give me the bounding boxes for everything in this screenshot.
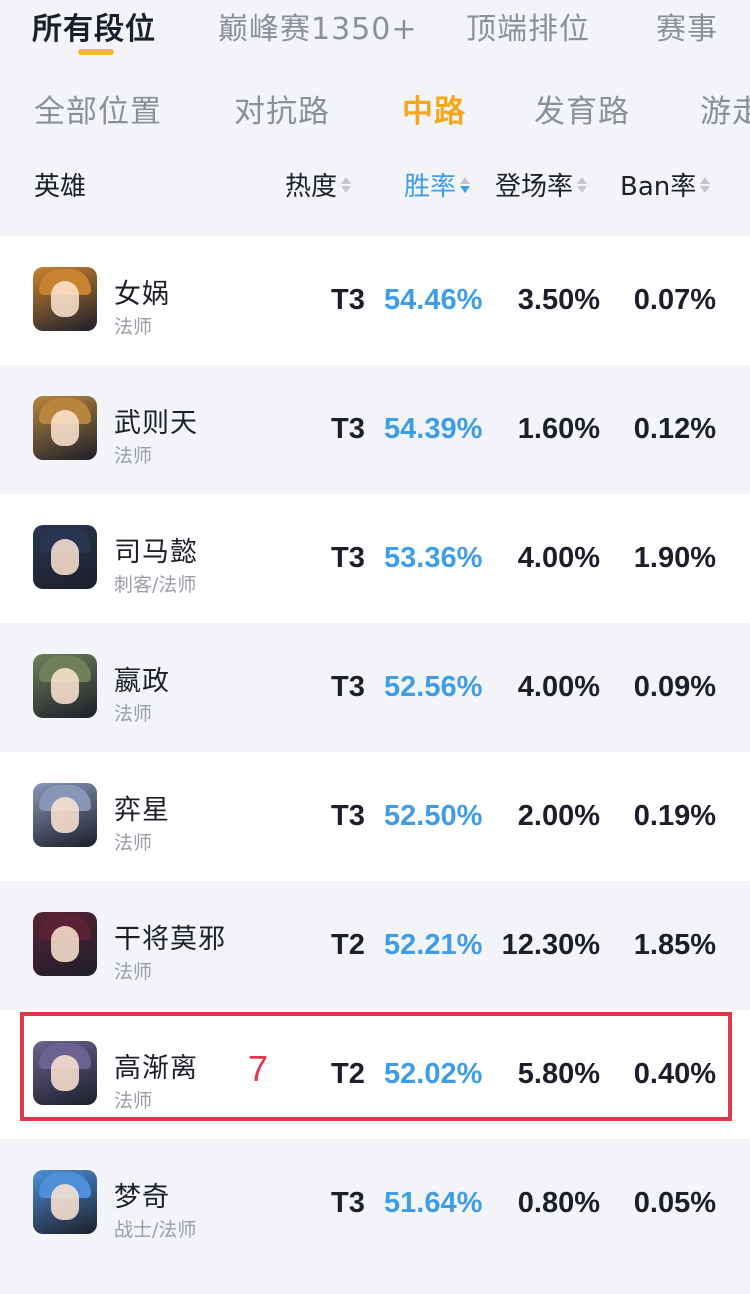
hero-tier: T3 [331,800,365,832]
col-hero-label: 英雄 [34,172,87,202]
hero-name: 嬴政 [114,666,170,697]
hero-role: 战士/法师 [114,1219,197,1241]
hero-avatar [33,267,97,331]
rank-tier-tabs: 所有段位 巅峰赛1350+ 顶端排位 赛事 [0,0,750,62]
table-header: 英雄 热度 胜率 登场率 Ban率 [0,160,750,208]
hero-tier: T2 [331,929,365,961]
hero-ban-rate: 0.05% [633,1187,716,1219]
hero-ban-rate: 0.19% [633,800,716,832]
hero-pick-rate: 3.50% [517,284,600,316]
hero-role: 法师 [114,1090,153,1112]
hero-avatar [33,783,97,847]
hero-win-rate: 51.64% [384,1187,483,1219]
annotation-number: 7 [248,1048,269,1089]
col-pick-label: 登场率 [495,172,574,202]
hero-pick-rate: 4.00% [517,542,600,574]
hero-ban-rate: 0.09% [633,671,716,703]
hero-pick-rate: 4.00% [517,671,600,703]
col-heat[interactable]: 热度 [285,166,352,203]
tab-all-ranks[interactable]: 所有段位 [32,4,156,48]
hero-role: 法师 [114,703,153,725]
hero-ban-rate: 1.85% [633,929,716,961]
hero-row[interactable]: 武则天 法师 T3 54.39% 1.60% 0.12% [0,365,750,494]
hero-win-rate: 54.39% [384,413,483,445]
hero-avatar [33,654,97,718]
hero-win-rate: 53.36% [384,542,483,574]
hero-avatar [33,396,97,460]
hero-role: 法师 [114,832,153,854]
hero-name: 干将莫邪 [114,924,226,955]
hero-tier: T3 [331,542,365,574]
sort-icon [577,176,588,193]
hero-list: 女娲 法师 T3 54.46% 3.50% 0.07% 武则天 法师 T3 54… [0,236,750,1268]
sort-desc-icon [460,176,471,193]
hero-pick-rate: 5.80% [517,1058,600,1090]
tab-peak-1350[interactable]: 巅峰赛1350+ [218,4,417,48]
tab-all-lanes[interactable]: 全部位置 [34,86,162,131]
tab-mid-lane[interactable]: 中路 [402,86,466,131]
hero-name: 女娲 [114,279,170,310]
hero-avatar [33,1170,97,1234]
hero-tier: T3 [331,284,365,316]
hero-win-rate: 52.56% [384,671,483,703]
tab-clash-lane[interactable]: 对抗路 [234,86,330,131]
hero-tier: T3 [331,413,365,445]
hero-row[interactable]: 女娲 法师 T3 54.46% 3.50% 0.07% [0,236,750,365]
hero-row[interactable]: 弈星 法师 T3 52.50% 2.00% 0.19% [0,752,750,881]
tab-top-rank[interactable]: 顶端排位 [466,4,590,48]
tab-roam[interactable]: 游走 [700,86,750,131]
hero-role: 法师 [114,961,153,983]
hero-role: 法师 [114,445,153,467]
hero-tier: T3 [331,671,365,703]
hero-pick-rate: 1.60% [517,413,600,445]
hero-ranking-page: 所有段位 巅峰赛1350+ 顶端排位 赛事 全部位置 对抗路 中路 发育路 游走… [0,0,750,1294]
hero-pick-rate: 2.00% [517,800,600,832]
hero-ban-rate: 0.12% [633,413,716,445]
hero-name: 弈星 [114,795,170,826]
hero-row[interactable]: 嬴政 法师 T3 52.56% 4.00% 0.09% [0,623,750,752]
hero-tier: T3 [331,1187,365,1219]
col-ban-rate[interactable]: Ban率 [620,166,711,203]
hero-avatar [33,525,97,589]
hero-pick-rate: 12.30% [501,929,600,961]
hero-ban-rate: 0.07% [633,284,716,316]
hero-row[interactable]: 梦奇 战士/法师 T3 51.64% 0.80% 0.05% [0,1139,750,1268]
hero-ban-rate: 0.40% [633,1058,716,1090]
sort-icon [700,176,711,193]
hero-tier: T2 [331,1058,365,1090]
sort-icon [341,176,352,193]
hero-win-rate: 52.50% [384,800,483,832]
hero-name: 武则天 [114,408,198,439]
col-heat-label: 热度 [285,172,338,202]
tab-farm-lane[interactable]: 发育路 [534,86,630,131]
col-pick-rate[interactable]: 登场率 [495,166,588,203]
col-ban-label: Ban率 [620,172,697,202]
hero-win-rate: 52.02% [384,1058,483,1090]
hero-row[interactable]: 高渐离 法师 T2 52.02% 5.80% 0.40% [0,1010,750,1139]
active-tab-indicator [78,49,114,55]
tab-matches[interactable]: 赛事 [656,4,718,48]
hero-avatar [33,1041,97,1105]
lane-tabs: 全部位置 对抗路 中路 发育路 游走 [0,80,750,136]
col-win-rate[interactable]: 胜率 [404,166,471,203]
hero-row[interactable]: 司马懿 刺客/法师 T3 53.36% 4.00% 1.90% [0,494,750,623]
hero-role: 刺客/法师 [114,574,197,596]
hero-name: 司马懿 [114,537,198,568]
hero-ban-rate: 1.90% [633,542,716,574]
hero-pick-rate: 0.80% [517,1187,600,1219]
hero-role: 法师 [114,316,153,338]
col-hero: 英雄 [34,166,86,203]
hero-row[interactable]: 干将莫邪 法师 T2 52.21% 12.30% 1.85% [0,881,750,1010]
col-win-label: 胜率 [404,172,457,202]
hero-win-rate: 54.46% [384,284,483,316]
hero-avatar [33,912,97,976]
hero-name: 高渐离 [114,1053,198,1084]
hero-win-rate: 52.21% [384,929,483,961]
hero-name: 梦奇 [114,1182,170,1213]
